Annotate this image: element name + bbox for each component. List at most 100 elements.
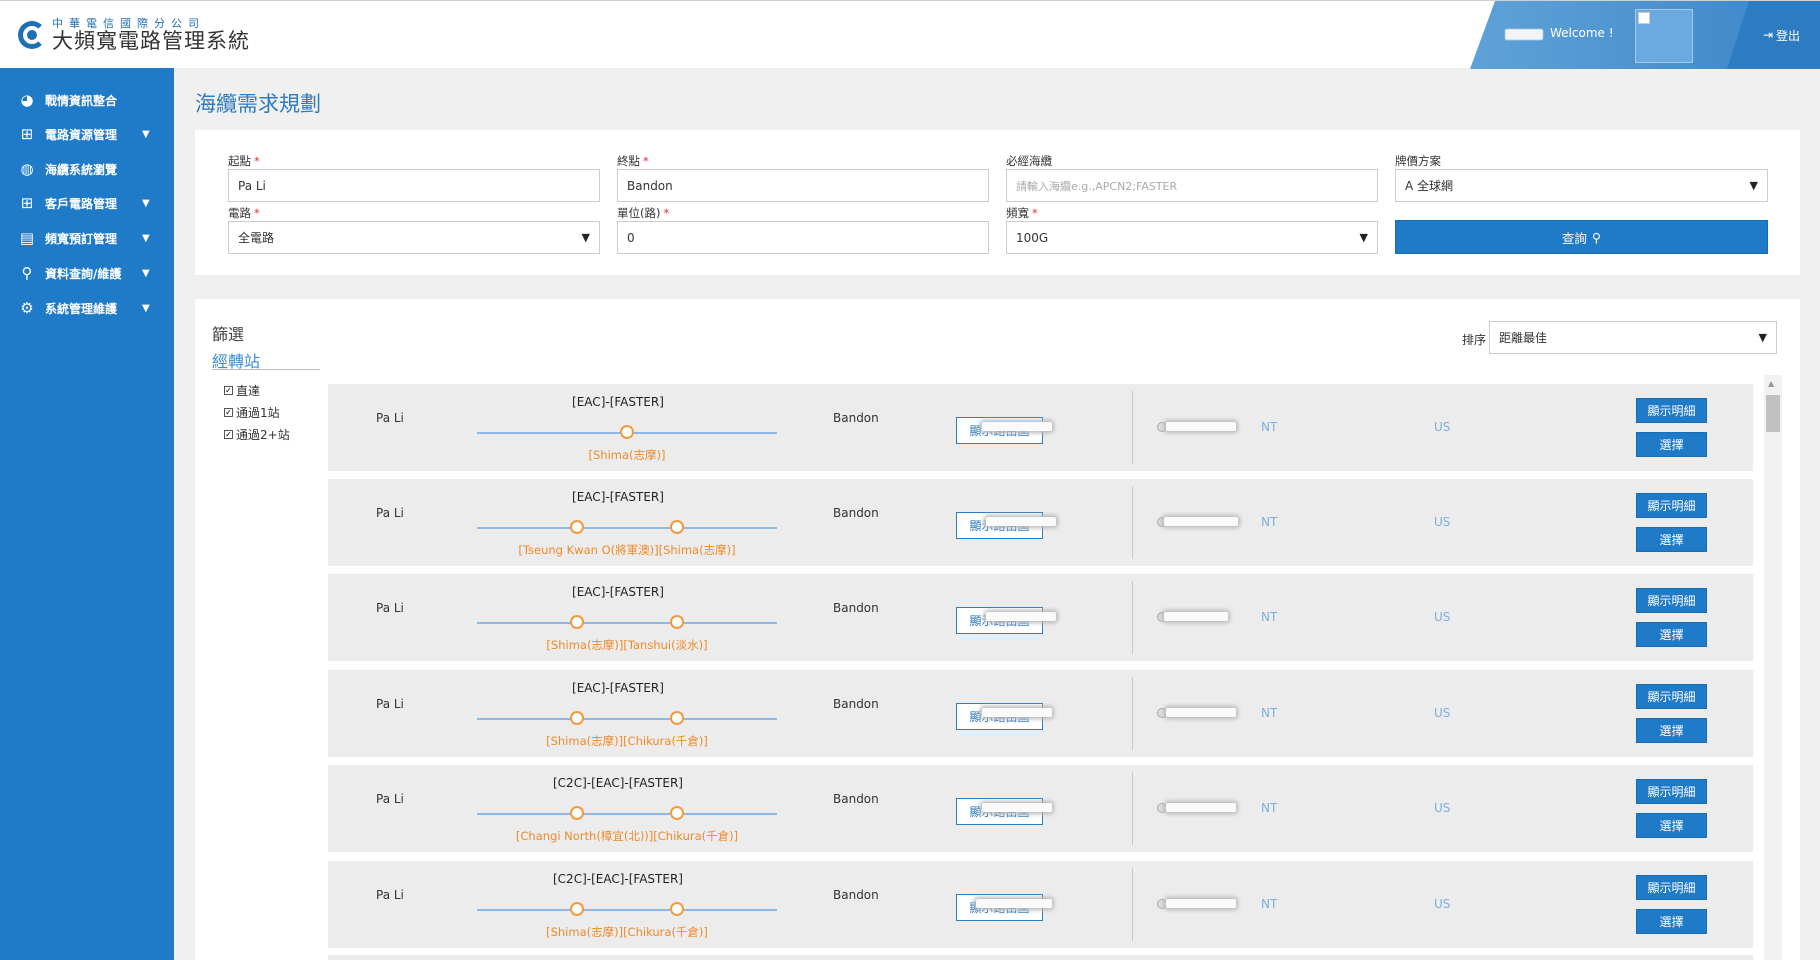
route-origin: Pa Li [376, 506, 404, 520]
filter-option-label: 直達 [236, 384, 261, 398]
show-details-button[interactable]: 顯示明細 [1636, 588, 1707, 613]
chevron-down-icon: ▼ [1359, 231, 1368, 244]
route-transit-stations: [Tseung Kwan O(將軍澳)][Shima(志摩)] [518, 543, 736, 557]
route-cable-path: [EAC]-[FASTER] [572, 585, 664, 599]
price-nt-redacted [982, 803, 1052, 812]
filter-divider [212, 369, 320, 370]
logout-label: 登出 [1776, 28, 1801, 43]
price-nt-redacted [986, 612, 1056, 621]
row-divider [1132, 772, 1133, 845]
logout-icon: ⇥ [1762, 28, 1774, 42]
logo-system-name: 大頻寬電路管理系統 [52, 29, 250, 53]
price-nt-label: NT [1261, 897, 1278, 911]
chevron-down-icon: ▼ [1749, 179, 1758, 192]
route-cable-path: [C2C]-[EAC]-[FASTER] [553, 776, 683, 790]
sitemap-icon: ⊞ [20, 125, 34, 143]
route-transit-stations: [Shima(志摩)] [588, 448, 666, 462]
route-destination: Bandon [833, 792, 879, 806]
route-transit-stations: [Changi North(樟宜(北))][Chikura(千倉)] [515, 829, 739, 843]
pricing-plan-label: 牌價方案 [1395, 154, 1441, 168]
route-transit-stations: [Shima(志摩)][Tanshui(淡水)] [546, 638, 708, 652]
route-destination: Bandon [833, 697, 879, 711]
chevron-down-icon: ▼ [581, 231, 590, 244]
price-us-redacted [1166, 422, 1236, 431]
filter-one-stop-checkbox[interactable]: ✓ 通過1站 [224, 404, 280, 421]
route-origin: Pa Li [376, 411, 404, 425]
select-route-button[interactable]: 選擇 [1636, 622, 1707, 647]
show-details-button[interactable]: 顯示明細 [1636, 875, 1707, 900]
sort-label: 排序 [1462, 333, 1487, 347]
chevron-down-icon: ▼ [1758, 331, 1767, 344]
company-logo[interactable]: 中華電信國際分公司 大頻寬電路管理系統 [18, 17, 250, 52]
price-nt-label: NT [1261, 610, 1278, 624]
origin-field[interactable]: Pa Li [228, 169, 600, 202]
route-cable-path: [EAC]-[FASTER] [572, 681, 664, 695]
sidebar-item-label: 海纜系統瀏覽 [45, 162, 118, 177]
row-divider [1132, 868, 1133, 941]
destination-field[interactable]: Bandon [617, 169, 989, 202]
select-route-button[interactable]: 選擇 [1636, 909, 1707, 934]
bandwidth-label: 頻寬 * [1006, 206, 1038, 220]
price-us-label: US [1434, 706, 1451, 720]
sidebar-item-circuit-resources[interactable]: ⊞ 電路資源管理 ▼ [0, 117, 174, 151]
sort-select[interactable]: 距離最佳 ▼ [1489, 321, 1777, 354]
circuit-label: 電路 * [228, 206, 260, 220]
price-us-redacted [1166, 708, 1236, 717]
filter-two-plus-stops-checkbox[interactable]: ✓ 通過2+站 [224, 426, 290, 443]
show-details-button[interactable]: 顯示明細 [1636, 779, 1707, 804]
filter-direct-checkbox[interactable]: ✓ 直達 [224, 382, 260, 399]
checkbox-checked-icon: ✓ [224, 386, 233, 395]
sidebar-item-customer-circuits[interactable]: ⊞ 客戶電路管理 ▼ [0, 186, 174, 220]
pricing-plan-select[interactable]: A 全球網 ▼ [1395, 169, 1768, 202]
route-line [477, 718, 777, 720]
transit-station-marker [670, 806, 684, 820]
origin-label: 起點 * [228, 154, 260, 168]
show-details-button[interactable]: 顯示明細 [1636, 398, 1707, 423]
route-cable-path: [EAC]-[FASTER] [572, 490, 664, 504]
sidebar-item-bandwidth-booking[interactable]: ▤ 頻寬預訂管理 ▼ [0, 221, 174, 255]
route-result-row: Pa Li [EAC]-[FASTER] [Shima(志摩)] Bandon … [328, 384, 1753, 471]
row-divider [1132, 391, 1133, 464]
price-us-redacted [1164, 612, 1228, 621]
unit-field[interactable]: 0 [617, 221, 989, 254]
select-route-button[interactable]: 選擇 [1636, 527, 1707, 552]
sidebar-item-system-admin[interactable]: ⚙ 系統管理維護 ▼ [0, 291, 174, 325]
required-cable-input[interactable]: 請輸入海纜e.g.,APCN2;FASTER [1006, 169, 1378, 202]
route-line [477, 909, 777, 911]
sidebar-item-cable-systems[interactable]: ◍ 海纜系統瀏覽 [0, 152, 174, 186]
result-row-partial [328, 955, 1753, 960]
sidebar-item-label: 頻寬預訂管理 [45, 231, 118, 246]
sidebar-item-dashboard[interactable]: ◕ 戰情資訊整合 [0, 83, 174, 117]
query-button[interactable]: 查詢 ⚲ [1395, 220, 1768, 254]
route-transit-stations: [Shima(志摩)][Chikura(千倉)] [546, 925, 708, 939]
transit-station-marker [570, 520, 584, 534]
pie-chart-icon: ◕ [20, 91, 34, 109]
route-transit-stations: [Shima(志摩)][Chikura(千倉)] [546, 734, 708, 748]
route-result-row: Pa Li [EAC]-[FASTER] [Shima(志摩)][Chikura… [328, 670, 1753, 757]
sidebar-item-label: 系統管理維護 [45, 301, 118, 316]
results-scrollbar[interactable]: ▲ [1764, 375, 1782, 960]
show-details-button[interactable]: 顯示明細 [1636, 493, 1707, 518]
select-route-button[interactable]: 選擇 [1636, 813, 1707, 838]
pricing-plan-value: A 全球網 [1405, 179, 1454, 193]
select-route-button[interactable]: 選擇 [1636, 432, 1707, 457]
avatar[interactable] [1635, 9, 1693, 63]
checkbox-checked-icon: ✓ [224, 430, 233, 439]
welcome-text: Welcome ! [1550, 26, 1614, 40]
select-route-button[interactable]: 選擇 [1636, 718, 1707, 743]
route-destination: Bandon [833, 888, 879, 902]
price-nt-redacted [982, 708, 1052, 717]
show-details-button[interactable]: 顯示明細 [1636, 684, 1707, 709]
chevron-down-icon: ▼ [142, 267, 150, 279]
route-origin: Pa Li [376, 888, 404, 902]
scroll-up-arrow-icon[interactable]: ▲ [1768, 379, 1774, 388]
transit-station-marker [670, 615, 684, 629]
price-us-redacted [1166, 803, 1236, 812]
bandwidth-select[interactable]: 100G ▼ [1006, 221, 1378, 254]
sidebar-item-data-query[interactable]: ⚲ 資料查詢/維護 ▼ [0, 256, 174, 290]
price-us-label: US [1434, 610, 1451, 624]
circuit-select[interactable]: 全電路 ▼ [228, 221, 600, 254]
scroll-thumb[interactable] [1766, 395, 1780, 432]
price-us-redacted [1164, 517, 1238, 526]
filter-option-label: 通過1站 [236, 406, 280, 420]
